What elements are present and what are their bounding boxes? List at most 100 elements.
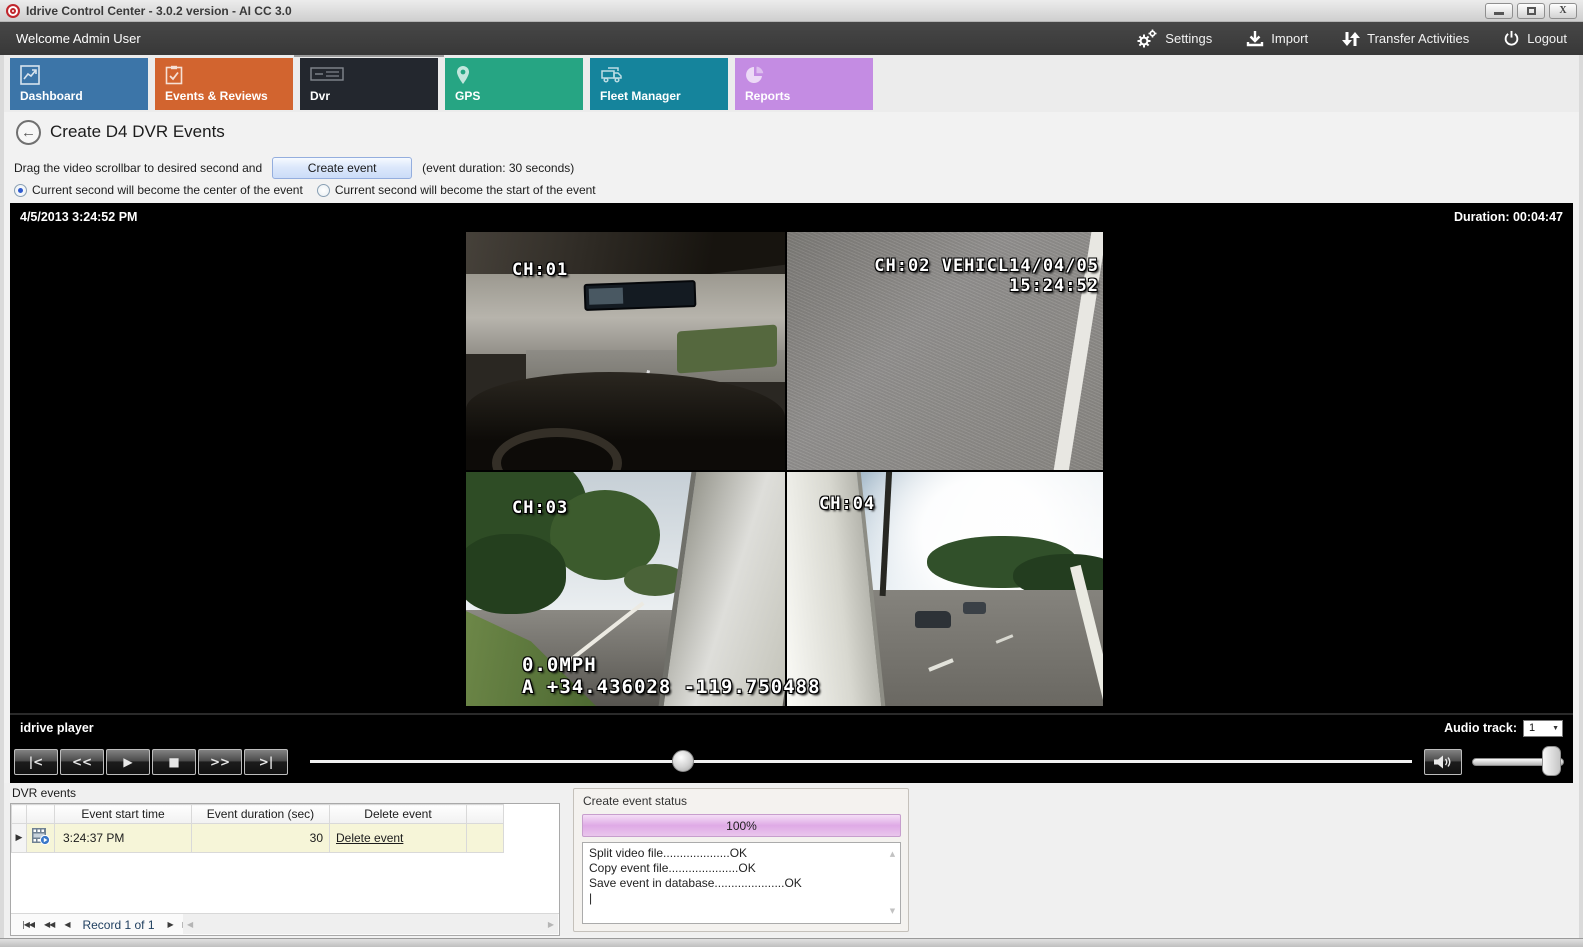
rearview-mirror <box>584 280 697 311</box>
row-marker-icon: ▶ <box>12 824 27 853</box>
horizontal-scrollbar[interactable]: ◀ ▶ <box>183 914 558 934</box>
column-delete-event[interactable]: Delete event <box>330 805 467 824</box>
radio-center-of-event[interactable]: Current second will become the center of… <box>14 183 303 197</box>
instruction-prefix-text: Drag the video scrollbar to desired seco… <box>14 161 262 175</box>
status-panel-title: Create event status <box>583 794 687 808</box>
scroll-up-icon[interactable]: ▲ <box>890 847 895 862</box>
record-navigator: |◀◀ ◀◀ ◀ Record 1 of 1 ▶ ▶▶ ▶▶| ◀ ▶ <box>11 913 559 935</box>
power-icon <box>1503 30 1520 47</box>
event-start-time-cell: 3:24:37 PM <box>55 824 192 853</box>
tab-gps-label: GPS <box>455 89 480 103</box>
ch2-time-overlay: 15:24:52 <box>1009 276 1099 296</box>
video-header-bar: 4/5/2013 3:24:52 PM Duration: 00:04:47 <box>10 203 1573 231</box>
speaker-icon <box>1432 754 1454 770</box>
player-title-bar: idrive player Audio track: 1 ▼ <box>10 713 1573 741</box>
column-event-duration[interactable]: Event duration (sec) <box>192 805 330 824</box>
ch2-label-overlay: CH:02 VEHICL14/04/05 <box>874 256 1099 276</box>
minimize-icon <box>1494 12 1504 15</box>
player-title: idrive player <box>20 721 94 735</box>
ch3-label-overlay: CH:03 <box>512 498 568 518</box>
radio-start-of-event[interactable]: Current second will become the start of … <box>317 183 596 197</box>
audio-track-label: Audio track: <box>1444 721 1517 735</box>
next-record-icon[interactable]: ▶ <box>168 920 173 929</box>
create-event-status-panel: Create event status 100% Split video fil… <box>573 788 909 932</box>
import-button[interactable]: Import <box>1246 30 1308 48</box>
column-event-start-time[interactable]: Event start time <box>55 805 192 824</box>
dvr-events-grid: Event start time Event duration (sec) De… <box>10 803 560 936</box>
radio-center-icon[interactable] <box>14 184 27 197</box>
minimize-button[interactable] <box>1485 3 1513 19</box>
tab-events-reviews[interactable]: Events & Reviews <box>155 58 293 110</box>
top-nav-bar: Welcome Admin User <box>0 22 1583 55</box>
close-button[interactable]: X <box>1549 3 1577 19</box>
table-row[interactable]: ▶ 3:24:37 PM 30 Delete event <box>12 824 504 853</box>
audio-track-select[interactable]: 1 ▼ <box>1523 720 1563 737</box>
radio-center-label: Current second will become the center of… <box>32 183 303 197</box>
dvr-device-icon <box>310 65 344 83</box>
scroll-down-icon[interactable]: ▼ <box>890 904 895 919</box>
radio-start-icon[interactable] <box>317 184 330 197</box>
tab-gps[interactable]: GPS <box>445 58 583 110</box>
title-bar: Idrive Control Center - 3.0.2 version - … <box>0 0 1583 22</box>
status-log-box[interactable]: Split video file....................OK C… <box>582 842 901 924</box>
play-button[interactable]: ▶ <box>106 749 150 775</box>
volume-slider-thumb[interactable] <box>1542 746 1561 776</box>
first-record-icon[interactable]: |◀◀ <box>22 920 34 929</box>
settings-label: Settings <box>1165 31 1212 46</box>
logout-label: Logout <box>1527 31 1567 46</box>
event-video-cell <box>27 824 55 853</box>
fleet-trucks-icon <box>600 65 626 85</box>
go-to-start-button[interactable]: |< <box>14 749 58 775</box>
video-quad-grid: CH:01 CH:02 VEHICL14/04/05 15:24:52 CH:0… <box>466 232 1103 706</box>
transfer-arrows-icon <box>1342 30 1360 48</box>
film-clip-icon <box>31 827 51 846</box>
logout-button[interactable]: Logout <box>1503 30 1567 47</box>
close-icon: X <box>1559 5 1566 16</box>
window-right-border <box>1579 55 1583 947</box>
video-channel-4: CH:04 <box>787 472 1103 706</box>
transfer-activities-button[interactable]: Transfer Activities <box>1342 30 1469 48</box>
mute-button[interactable] <box>1424 749 1462 775</box>
ch1-label-overlay: CH:01 <box>512 260 568 280</box>
dropdown-arrow-icon: ▼ <box>1552 725 1562 732</box>
settings-button[interactable]: Settings <box>1136 29 1212 49</box>
video-channel-3: CH:03 <box>466 472 785 706</box>
log-vertical-scrollbar[interactable]: ▲ ▼ <box>886 844 899 922</box>
map-pin-icon <box>455 65 471 85</box>
app-window: Idrive Control Center - 3.0.2 version - … <box>0 0 1583 947</box>
tab-events-reviews-label: Events & Reviews <box>165 89 268 103</box>
import-download-icon <box>1246 30 1264 48</box>
seek-slider-thumb[interactable] <box>672 750 694 772</box>
bottom-section: DVR events Event start time Event durati… <box>0 783 1583 936</box>
ch4-label-overlay: CH:04 <box>819 494 875 514</box>
prev-record-icon[interactable]: ◀ <box>64 920 69 929</box>
maximize-icon <box>1527 7 1536 15</box>
log-caret: | <box>589 891 886 906</box>
clipboard-check-icon <box>165 65 183 85</box>
tab-dvr[interactable]: Dvr <box>300 58 438 110</box>
create-event-button[interactable]: Create event <box>272 157 412 179</box>
tab-fleet-manager[interactable]: Fleet Manager <box>590 58 728 110</box>
prev-page-icon[interactable]: ◀◀ <box>44 920 54 929</box>
maximize-button[interactable] <box>1517 3 1545 19</box>
instruction-suffix-text: (event duration: 30 seconds) <box>422 161 574 175</box>
rewind-button[interactable]: << <box>60 749 104 775</box>
tab-reports[interactable]: Reports <box>735 58 873 110</box>
fast-forward-button[interactable]: >> <box>198 749 242 775</box>
log-line: Split video file....................OK <box>589 846 886 861</box>
audio-track-value: 1 <box>1529 722 1535 734</box>
scroll-right-icon[interactable]: ▶ <box>548 920 554 929</box>
delete-event-link[interactable]: Delete event <box>336 831 403 845</box>
scroll-left-icon[interactable]: ◀ <box>187 920 193 929</box>
seek-slider-track[interactable] <box>310 760 1412 763</box>
stop-button[interactable]: ■ <box>152 749 196 775</box>
video-duration: Duration: 00:04:47 <box>1454 210 1563 224</box>
log-line: Copy event file.....................OK <box>589 861 886 876</box>
tab-reports-label: Reports <box>745 89 790 103</box>
go-to-end-button[interactable]: >| <box>244 749 288 775</box>
gear-icon <box>1136 29 1158 49</box>
module-tabstrip: Dashboard Events & Reviews Dvr <box>0 55 1583 112</box>
tab-dashboard[interactable]: Dashboard <box>10 58 148 110</box>
back-button[interactable]: ← <box>16 120 41 145</box>
page-title: Create D4 DVR Events <box>50 122 225 142</box>
